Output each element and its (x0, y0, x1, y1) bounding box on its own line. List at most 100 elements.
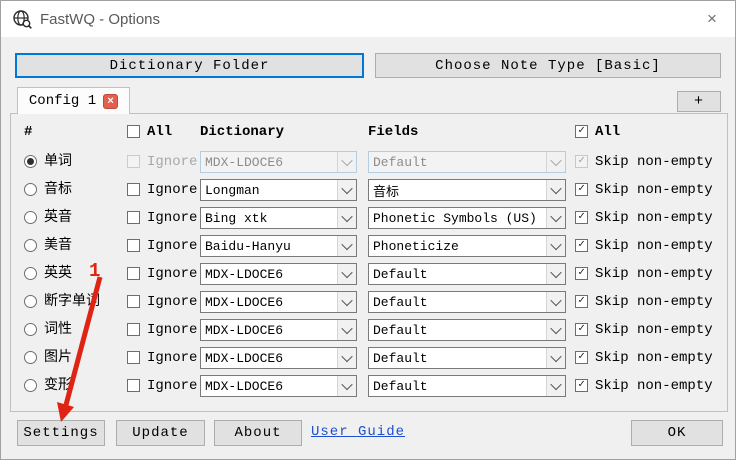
fields-select-value: Default (373, 350, 428, 366)
fields-select-value: Default (373, 322, 428, 338)
tab-label: Config 1 (28, 93, 97, 109)
field-radio[interactable] (24, 239, 37, 252)
chevron-down-icon (546, 292, 565, 312)
config-row: 英英 Ignore MDX-LDOCE6 Default Skip non-em… (11, 260, 727, 288)
dictionary-select[interactable]: Bing xtk (200, 207, 357, 229)
config-row: 美音 Ignore Baidu-Hanyu Phoneticize Skip n… (11, 232, 727, 260)
close-button[interactable]: × (689, 1, 735, 36)
field-radio[interactable] (24, 323, 37, 336)
dictionary-select-value: Baidu-Hanyu (205, 238, 291, 254)
dictionary-select-value: Longman (205, 182, 260, 198)
choose-note-type-button[interactable]: Choose Note Type [Basic] (375, 53, 721, 78)
fields-select[interactable]: Default (368, 347, 566, 369)
fields-select[interactable]: 音标 (368, 179, 566, 201)
field-radio[interactable] (24, 379, 37, 392)
dictionary-select[interactable]: MDX-LDOCE6 (200, 347, 357, 369)
skip-checkbox[interactable] (575, 211, 588, 224)
fields-select[interactable]: Default (368, 263, 566, 285)
dictionary-select[interactable]: MDX-LDOCE6 (200, 319, 357, 341)
fields-select-value: Default (373, 378, 428, 394)
skip-checkbox[interactable] (575, 183, 588, 196)
field-name-label: 单词 (44, 154, 72, 170)
ignore-checkbox[interactable] (127, 211, 140, 224)
fields-select[interactable]: Default (368, 319, 566, 341)
skip-checkbox[interactable] (575, 379, 588, 392)
skip-checkbox[interactable] (575, 267, 588, 280)
chevron-down-icon (546, 376, 565, 396)
chevron-down-icon (546, 208, 565, 228)
settings-button[interactable]: Settings (17, 420, 105, 446)
ignore-label: Ignore (147, 266, 198, 282)
ignore-checkbox[interactable] (127, 379, 140, 392)
skip-label: Skip non-empty (595, 154, 713, 170)
ignore-checkbox[interactable] (127, 239, 140, 252)
ignore-checkbox[interactable] (127, 295, 140, 308)
ignore-checkbox[interactable] (127, 267, 140, 280)
column-header-dictionary: Dictionary (200, 124, 285, 140)
skip-checkbox[interactable] (575, 323, 588, 336)
config-pane: # All Dictionary Fields All 单词 Ignore MD… (10, 113, 728, 412)
ignore-label: Ignore (147, 322, 198, 338)
skip-checkbox[interactable] (575, 295, 588, 308)
annotation-number: 1 (89, 260, 101, 282)
chevron-down-icon (546, 236, 565, 256)
skip-checkbox[interactable] (575, 239, 588, 252)
user-guide-link[interactable]: User Guide (311, 424, 405, 440)
title-bar: FastWQ - Options × (1, 1, 735, 37)
ignore-checkbox[interactable] (127, 183, 140, 196)
ignore-label: Ignore (147, 154, 198, 170)
dictionary-select[interactable]: MDX-LDOCE6 (200, 291, 357, 313)
ok-button[interactable]: OK (631, 420, 723, 446)
add-config-button[interactable]: + (677, 91, 721, 112)
field-name-label: 美音 (44, 238, 72, 254)
field-radio[interactable] (24, 155, 37, 168)
ignore-label: Ignore (147, 378, 198, 394)
dictionary-folder-button[interactable]: Dictionary Folder (15, 53, 364, 78)
ignore-label: Ignore (147, 210, 198, 226)
update-button[interactable]: Update (116, 420, 205, 446)
config-row: 图片 Ignore MDX-LDOCE6 Default Skip non-em… (11, 344, 727, 372)
ignore-checkbox[interactable] (127, 155, 140, 168)
field-radio[interactable] (24, 295, 37, 308)
all-ignore-checkbox[interactable] (127, 125, 140, 138)
chevron-down-icon (337, 348, 356, 368)
dictionary-select[interactable]: MDX-LDOCE6 (200, 151, 357, 173)
config-row: 断字单词 Ignore MDX-LDOCE6 Default Skip non-… (11, 288, 727, 316)
ignore-checkbox[interactable] (127, 323, 140, 336)
chevron-down-icon (546, 320, 565, 340)
field-name-label: 英英 (44, 266, 72, 282)
skip-label: Skip non-empty (595, 350, 713, 366)
column-header-all-left: All (147, 124, 173, 140)
fields-select-value: Default (373, 266, 428, 282)
chevron-down-icon (546, 180, 565, 200)
config-row: 变形 Ignore MDX-LDOCE6 Default Skip non-em… (11, 372, 727, 400)
ignore-checkbox[interactable] (127, 351, 140, 364)
field-radio[interactable] (24, 183, 37, 196)
fields-select[interactable]: Default (368, 151, 566, 173)
field-name-label: 音标 (44, 182, 72, 198)
skip-checkbox[interactable] (575, 155, 588, 168)
tab-close-icon[interactable]: × (103, 93, 119, 109)
dictionary-select[interactable]: MDX-LDOCE6 (200, 263, 357, 285)
fields-select[interactable]: Phonetic Symbols (US) (368, 207, 566, 229)
field-radio[interactable] (24, 351, 37, 364)
options-dialog: FastWQ - Options × Dictionary Folder Cho… (0, 0, 736, 460)
dictionary-select-value: MDX-LDOCE6 (205, 322, 284, 338)
fields-select[interactable]: Default (368, 291, 566, 313)
dictionary-select[interactable]: Baidu-Hanyu (200, 235, 357, 257)
fields-select[interactable]: Phoneticize (368, 235, 566, 257)
all-skip-checkbox[interactable] (575, 125, 588, 138)
field-radio[interactable] (24, 211, 37, 224)
dictionary-select[interactable]: MDX-LDOCE6 (200, 375, 357, 397)
column-header-all-right: All (595, 124, 621, 140)
field-name-label: 词性 (44, 322, 72, 338)
chevron-down-icon (337, 208, 356, 228)
field-radio[interactable] (24, 267, 37, 280)
about-button[interactable]: About (214, 420, 302, 446)
fields-select[interactable]: Default (368, 375, 566, 397)
dictionary-select-value: MDX-LDOCE6 (205, 266, 284, 282)
tab-config-1[interactable]: Config 1 × (17, 87, 130, 114)
chevron-down-icon (546, 264, 565, 284)
dictionary-select[interactable]: Longman (200, 179, 357, 201)
skip-checkbox[interactable] (575, 351, 588, 364)
